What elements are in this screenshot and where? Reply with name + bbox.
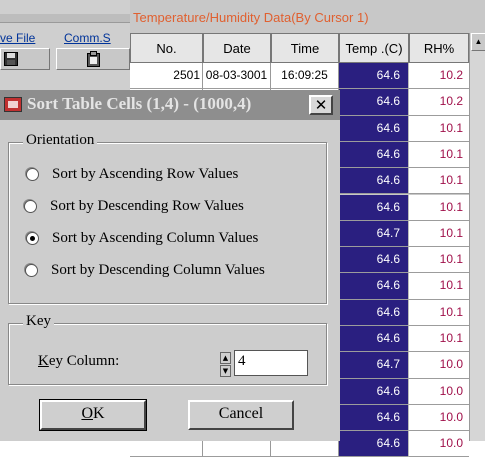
cell-rh[interactable]: 10.2 <box>409 63 469 90</box>
menu-save-file[interactable]: ve File <box>0 31 35 45</box>
key-group-label: Key <box>23 313 54 330</box>
clipboard-paste-icon <box>87 51 100 67</box>
radio-button[interactable] <box>25 264 38 277</box>
key-column-label-text: ey Column: <box>48 353 120 369</box>
floppy-save-icon <box>4 52 18 66</box>
cell-temp[interactable]: 64.7 <box>339 220 409 248</box>
dialog-app-icon <box>4 97 22 112</box>
column-header-time[interactable]: Time <box>271 33 339 63</box>
close-icon[interactable]: ✕ <box>309 95 333 115</box>
column-header-date[interactable]: Date <box>203 33 271 63</box>
radio-button[interactable] <box>26 168 39 181</box>
cell-temp[interactable]: 64.6 <box>339 431 409 457</box>
cell-temp[interactable]: 64.6 <box>339 141 409 169</box>
cell-temp[interactable]: 64.6 <box>339 273 409 300</box>
vertical-scrollbar[interactable]: ▲ <box>469 33 485 441</box>
cell-temp[interactable]: 64.6 <box>339 63 409 90</box>
ok-label-rest: K <box>93 405 105 422</box>
cell-rh[interactable]: 10.1 <box>409 247 469 274</box>
cell-rh[interactable]: 10.0 <box>409 404 469 432</box>
key-column-mnemonic: K <box>38 353 49 369</box>
column-header-rh[interactable]: RH% <box>409 33 469 63</box>
cell-rh[interactable]: 10.1 <box>409 299 469 326</box>
cell-rh[interactable]: 10.1 <box>409 168 469 195</box>
sort-dialog: Sort Table Cells (1,4) - (1000,4) ✕ Orie… <box>0 90 340 441</box>
radio-label: Sort by Descending Column Values <box>51 262 265 278</box>
menu-comm-settings[interactable]: Comm.S <box>64 31 111 45</box>
dialog-titlebar[interactable]: Sort Table Cells (1,4) - (1000,4) ✕ <box>0 90 340 120</box>
cell-date[interactable]: 08-03-3001 <box>203 63 271 90</box>
cell-rh[interactable]: 10.0 <box>409 378 469 405</box>
dialog-title: Sort Table Cells (1,4) - (1000,4) <box>27 94 252 113</box>
orientation-group-label: Orientation <box>23 132 98 149</box>
cell-temp[interactable]: 64.6 <box>339 194 409 221</box>
cell-temp[interactable]: 64.6 <box>339 89 409 116</box>
ok-button[interactable]: OK <box>39 399 147 431</box>
cell-temp[interactable]: 64.6 <box>339 247 409 274</box>
cell-rh[interactable]: 10.0 <box>409 352 469 379</box>
cell-temp[interactable]: 64.6 <box>339 326 409 353</box>
spin-down-icon[interactable]: ▼ <box>220 365 231 377</box>
cell-rh[interactable]: 10.0 <box>409 431 469 457</box>
radio-label: Sort by Ascending Row Values <box>52 166 239 182</box>
toolbar-strip <box>0 14 130 23</box>
cell-temp[interactable]: 64.6 <box>339 115 409 142</box>
cell-rh[interactable]: 10.1 <box>409 273 469 300</box>
cell-temp[interactable]: 64.6 <box>339 299 409 326</box>
cell-temp[interactable]: 64.6 <box>339 378 409 405</box>
spin-up-icon[interactable]: ▲ <box>220 352 231 364</box>
cell-rh[interactable]: 10.1 <box>409 220 469 248</box>
column-header-temp[interactable]: Temp .(C) <box>339 33 409 63</box>
cell-rh[interactable]: 10.1 <box>409 141 469 169</box>
ok-mnemonic: O <box>81 405 93 422</box>
column-header-no[interactable]: No. <box>130 33 203 63</box>
cancel-button[interactable]: Cancel <box>188 400 294 430</box>
radio-button-selected[interactable] <box>26 232 39 245</box>
key-column-label: Key Column: <box>38 353 119 370</box>
panel-title: Temperature/Humidity Data(By Cursor 1) <box>133 10 369 25</box>
cell-rh[interactable]: 10.2 <box>409 89 469 116</box>
cell-rh[interactable]: 10.1 <box>409 115 469 142</box>
cell-time[interactable]: 16:09:25 <box>271 63 339 90</box>
key-column-input[interactable]: 4 <box>234 350 308 376</box>
cell-temp[interactable]: 64.6 <box>339 168 409 195</box>
cell-no[interactable]: 2501 <box>130 63 203 90</box>
radio-label: Sort by Ascending Column Values <box>52 230 259 246</box>
cell-temp[interactable]: 64.6 <box>339 404 409 432</box>
radio-button[interactable] <box>24 200 37 213</box>
radio-label: Sort by Descending Row Values <box>50 198 244 214</box>
cell-rh[interactable]: 10.1 <box>409 326 469 353</box>
key-column-spinner[interactable]: ▲ ▼ <box>220 352 233 378</box>
scroll-up-arrow-icon[interactable]: ▲ <box>471 33 485 51</box>
paste-toolbar-button[interactable] <box>56 48 130 70</box>
save-toolbar-button[interactable] <box>0 48 50 70</box>
cell-temp[interactable]: 64.7 <box>339 352 409 379</box>
cell-rh[interactable]: 10.1 <box>409 194 469 221</box>
